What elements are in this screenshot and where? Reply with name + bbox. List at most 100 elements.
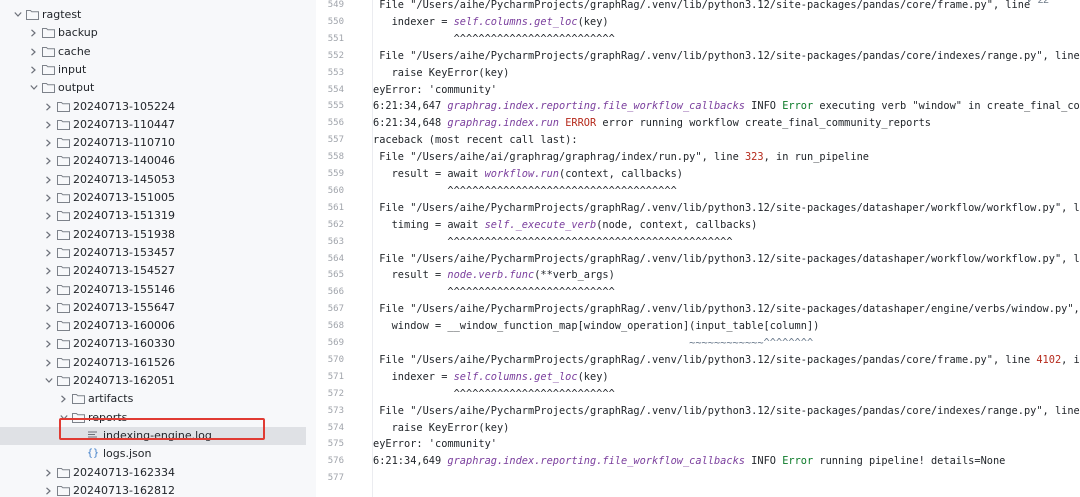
code-line: ^^^^^^^^^^^^^^^^^^^^^^^^^^^^^^^^^^^^^ [373,183,676,200]
tree-folder-row[interactable]: 20240713-154527 [0,262,316,280]
chevron-right-icon[interactable] [43,134,55,152]
line-number: 571 [327,371,344,382]
inspection-widget[interactable]: ✓ 22 ⌃ [1027,0,1060,9]
chevron-right-icon[interactable] [43,317,55,335]
code-token: /PycharmProjects/graphRag/.venv/lib/pyth… [484,0,1037,11]
chevron-down-icon[interactable] [12,6,24,24]
chevron-right-icon[interactable] [43,482,55,497]
code-line: window = __window_function_map[window_op… [373,318,820,335]
code-token: File "/Users/ [373,353,460,366]
chevron-right-icon[interactable] [43,262,55,280]
chevron-right-icon[interactable] [28,24,40,42]
chevron-right-icon[interactable] [43,226,55,244]
chevron-right-icon[interactable] [43,116,55,134]
chevron-right-icon[interactable] [43,152,55,170]
tree-folder-row[interactable]: 20240713-110447 [0,116,316,134]
tree-item-label: 20240713-162051 [73,374,175,387]
code-line: ^^^^^^^^^^^^^^^^^^^^^^^^^^ [373,31,615,48]
log-editor[interactable]: File "/Users/aihe/PycharmProjects/graphR… [373,0,1080,497]
chevron-right-icon[interactable] [43,207,55,225]
tree-folder-row[interactable]: 20240713-155146 [0,281,316,299]
line-number: 549 [327,0,344,10]
chevron-right-icon[interactable] [43,464,55,482]
tree-folder-row[interactable]: 20240713-151319 [0,207,316,225]
code-token: aihe [459,303,485,316]
chevron-right-icon[interactable] [43,98,55,116]
line-number: 564 [327,253,344,264]
chevron-right-icon[interactable] [28,61,40,79]
chevron-right-icon[interactable] [43,244,55,262]
code-line: indexer = self.columns.get_loc(key) [373,369,609,386]
code-token: aihe [459,49,485,62]
tree-folder-row[interactable]: 20240713-160330 [0,335,316,353]
chevron-right-icon[interactable] [43,281,55,299]
code-token: INFO [744,100,783,113]
tree-folder-row[interactable]: 20240713-162812 [0,482,316,497]
tree-folder-row[interactable]: 20240713-155647 [0,299,316,317]
sidebar-scrollbar[interactable] [306,0,316,497]
tree-folder-row[interactable]: 20240713-105224 [0,98,316,116]
line-number: 565 [327,270,344,281]
tree-folder-row[interactable]: 20240713-160006 [0,317,316,335]
code-token: self._execute_verb [484,218,597,231]
code-token: Error [782,100,814,113]
chevron-right-icon[interactable] [43,171,55,189]
tree-file-row[interactable]: {} logs.json [0,445,316,463]
tree-folder-row[interactable]: ragtest [0,6,316,24]
tree-folder-row[interactable]: artifacts [0,390,316,408]
code-line: ~~~~~~~~~~~~^^^^^^^^ [373,335,813,352]
folder-icon [57,152,71,170]
code-line: raise KeyError(key) [373,65,510,82]
code-token: 6:21:34,648 [373,117,448,130]
chevron-right-icon[interactable] [58,390,70,408]
tree-folder-row[interactable]: 20240713-161526 [0,354,316,372]
code-token: /PycharmProjects/graphRag/.venv/lib/pyth… [484,49,1080,62]
tree-item-label: cache [58,44,91,58]
line-number: 572 [327,388,344,399]
tree-folder-row[interactable]: 20240713-145053 [0,171,316,189]
code-line: indexer = self.columns.get_loc(key) [373,14,609,31]
folder-icon [57,207,71,225]
code-token: aihe [459,252,485,265]
line-number: 551 [327,33,344,44]
chevron-right-icon[interactable] [28,43,40,61]
folder-icon [26,6,40,24]
chevron-right-icon[interactable] [43,299,55,317]
line-number: 563 [327,236,344,247]
tree-item-label: 20240713-153457 [73,245,175,259]
tree-folder-row[interactable]: 20240713-162334 [0,464,316,482]
chevron-up-icon[interactable]: ⌃ [1052,0,1060,6]
code-line: File "/Users/aihe/PycharmProjects/graphR… [373,200,1080,217]
folder-icon [57,335,71,353]
code-line: File "/Users/aihe/PycharmProjects/graphR… [373,352,1080,369]
tree-folder-row[interactable]: 20240713-151938 [0,226,316,244]
tree-item-label: 20240713-162812 [73,483,175,497]
line-number: 562 [327,219,344,230]
folder-icon [57,464,71,482]
tree-folder-row[interactable]: backup [0,24,316,42]
code-token: /PycharmProjects/graphRag/.venv/lib/pyth… [484,303,1080,316]
tree-folder-row[interactable]: 20240713-153457 [0,244,316,262]
tree-item-label: 20240713-151319 [73,209,175,223]
chevron-right-icon[interactable] [43,354,55,372]
code-token: (**verb_args) [534,269,615,282]
tree-folder-row[interactable]: cache [0,43,316,61]
code-token: workflow.run [484,168,559,180]
chevron-down-icon[interactable] [43,372,55,390]
tree-folder-row[interactable]: input [0,61,316,79]
tree-folder-row[interactable]: 20240713-162051 [0,372,316,390]
code-line: File "/Users/aihe/PycharmProjects/graphR… [373,0,1036,14]
code-token: 6:21:34,647 [373,100,448,113]
chevron-down-icon[interactable] [28,79,40,97]
code-token: self.columns.get_loc [453,15,578,28]
tree-folder-row[interactable]: 20240713-110710 [0,134,316,152]
line-number: 556 [327,118,344,129]
code-token: result = [373,269,448,282]
tree-folder-row[interactable]: 20240713-140046 [0,152,316,170]
chevron-right-icon[interactable] [43,189,55,207]
chevron-right-icon[interactable] [43,335,55,353]
folder-icon [42,24,56,42]
tree-folder-row[interactable]: output [0,79,316,97]
tree-folder-row[interactable]: 20240713-151005 [0,189,316,207]
code-token: raceback (most recent call last): [373,134,578,147]
